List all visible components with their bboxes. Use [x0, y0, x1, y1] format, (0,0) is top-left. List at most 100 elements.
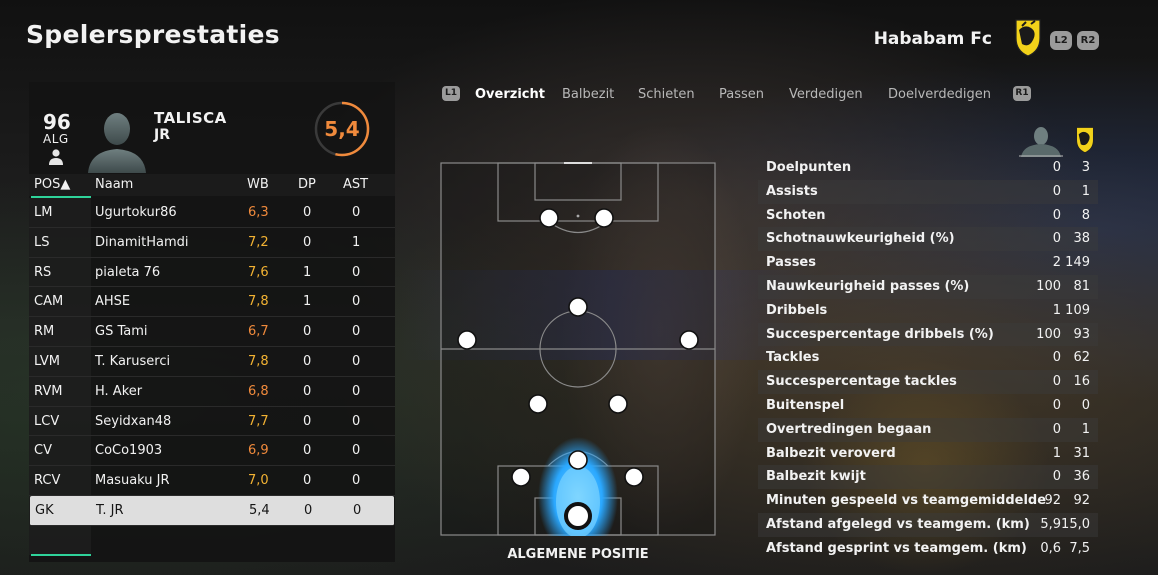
stat-label: Tackles: [766, 350, 820, 366]
stat-team-value: 8: [1081, 207, 1090, 223]
stat-player-value: 0: [1052, 398, 1061, 413]
stat-team-value: 3: [1081, 160, 1090, 175]
header-dp[interactable]: DP: [298, 177, 316, 192]
tab-verdedigen[interactable]: Verdedigen: [789, 87, 863, 102]
player-marker: [568, 450, 588, 470]
stat-team-value: 93: [1073, 326, 1090, 342]
player-last-name: JR: [154, 127, 170, 143]
cell-name: GS Tami: [95, 324, 148, 340]
stat-row: Balbezit kwijt 0 36: [758, 465, 1098, 490]
table-row[interactable]: CAM AHSE 7,8 1 0: [29, 287, 395, 318]
stat-team-value: 1: [1081, 183, 1090, 199]
cell-wb: 7,8: [248, 294, 269, 310]
cell-pos: LVM: [34, 353, 60, 369]
stat-row: Succespercentage tackles 0 16: [758, 370, 1098, 394]
cell-pos: CAM: [34, 294, 64, 310]
player-marker: [624, 467, 644, 487]
table-row[interactable]: RVM H. Aker 6,8 0 0: [29, 377, 395, 407]
table-row[interactable]: LM Ugurtokur86 6,3 0 0: [29, 198, 395, 228]
table-header: POS▲ Naam WB DP AST: [29, 174, 395, 196]
cell-ast: 0: [352, 443, 361, 459]
stat-row: Schotnauwkeurigheid (%) 0 38: [758, 227, 1098, 252]
stat-team-value: 0: [1081, 398, 1090, 413]
stat-player-value: 100: [1036, 326, 1061, 342]
cell-wb: 7,6: [248, 264, 269, 280]
cell-name: CoCo1903: [95, 443, 163, 459]
club-badge-icon: [1076, 126, 1094, 154]
cell-dp: 0: [304, 502, 313, 518]
overall-label: ALG: [43, 132, 69, 146]
stat-label: Schotnauwkeurigheid (%): [766, 231, 955, 247]
stat-row: Minuten gespeeld vs teamgemiddelde 92 92: [758, 489, 1098, 513]
cell-dp: 0: [303, 324, 312, 340]
stat-row: Doelpunten 0 3: [758, 156, 1098, 180]
tab-doelverdedigen[interactable]: Doelverdedigen: [888, 87, 991, 102]
header-name[interactable]: Naam: [95, 177, 133, 192]
stat-row: Passes 2 149: [758, 251, 1098, 275]
table-row[interactable]: LS DinamitHamdi 7,2 0 1: [29, 228, 395, 258]
stat-team-value: 109: [1065, 302, 1090, 318]
cell-name: Masuaku JR: [95, 473, 170, 489]
match-rating-value: 5,4: [324, 117, 360, 141]
stat-row: Afstand gesprint vs teamgem. (km) 0,6 7,5: [758, 537, 1098, 561]
stat-player-value: 1: [1052, 302, 1061, 318]
table-row[interactable]: RM GS Tami 6,7 0 0: [29, 317, 395, 347]
cell-ast: 0: [352, 383, 361, 399]
stat-player-value: 92: [1044, 493, 1061, 509]
pitch-map: [440, 162, 716, 536]
cell-ast: 1: [352, 234, 361, 250]
stat-label: Nauwkeurigheid passes (%): [766, 279, 970, 294]
r2-button[interactable]: R2: [1077, 31, 1099, 50]
cell-dp: 0: [303, 234, 312, 250]
cell-pos: CV: [34, 443, 52, 459]
l2-button[interactable]: L2: [1050, 31, 1072, 50]
cell-dp: 0: [303, 353, 312, 369]
stat-team-value: 38: [1073, 231, 1090, 247]
tab-balbezit[interactable]: Balbezit: [562, 87, 614, 102]
stat-player-value: 5,9: [1040, 517, 1061, 532]
stat-label: Schoten: [766, 207, 826, 223]
cell-pos: RM: [34, 324, 55, 340]
tab-schieten[interactable]: Schieten: [638, 87, 695, 102]
table-row[interactable]: RS pialeta 76 7,6 1 0: [29, 258, 395, 288]
table-row[interactable]: RCV Masuaku JR 7,0 0 0: [29, 466, 395, 496]
header-ast[interactable]: AST: [343, 177, 368, 192]
selected-player-marker: [564, 502, 592, 530]
r1-button[interactable]: R1: [1013, 86, 1031, 101]
header-wb[interactable]: WB: [247, 177, 269, 192]
header-pos[interactable]: POS▲: [34, 177, 70, 192]
stat-player-value: 0: [1052, 421, 1061, 437]
cell-pos: RS: [34, 264, 52, 280]
stat-label: Afstand afgelegd vs teamgem. (km): [766, 517, 1030, 532]
table-row[interactable]: CV CoCo1903 6,9 0 0: [29, 436, 395, 467]
cell-pos: LCV: [34, 413, 60, 429]
scroll-indicator: [31, 554, 91, 556]
cell-wb: 6,3: [248, 205, 269, 220]
stat-row: Schoten 0 8: [758, 204, 1098, 228]
table-row[interactable]: LVM T. Karuserci 7,8 0 0: [29, 347, 395, 377]
player-marker: [511, 467, 531, 487]
table-row[interactable]: LCV Seyidxan48 7,7 0 0: [29, 407, 395, 437]
stat-label: Afstand gesprint vs teamgem. (km): [766, 540, 1027, 556]
cell-wb: 5,4: [249, 502, 270, 518]
table-row[interactable]: GK T. JR 5,4 0 0: [30, 495, 394, 526]
cell-ast: 0: [352, 324, 361, 340]
tab-passen[interactable]: Passen: [719, 87, 764, 102]
stat-team-value: 92: [1073, 493, 1090, 509]
tab-overzicht[interactable]: Overzicht: [475, 87, 545, 102]
stat-label: Passes: [766, 255, 816, 271]
player-marker: [528, 394, 548, 414]
cell-name: Seyidxan48: [95, 413, 172, 429]
l1-button[interactable]: L1: [442, 86, 460, 101]
cell-name: T. Karuserci: [95, 353, 171, 369]
player-first-name: TALISCA: [154, 109, 227, 127]
stat-label: Buitenspel: [766, 398, 845, 413]
player-marker: [568, 297, 588, 317]
stat-team-value: 1: [1081, 421, 1090, 437]
cell-dp: 0: [303, 473, 312, 489]
cell-name: DinamitHamdi: [95, 234, 189, 250]
stat-row: Dribbels 1 109: [758, 299, 1098, 323]
stat-label: Balbezit veroverd: [766, 445, 896, 461]
stat-team-value: 16: [1073, 374, 1090, 390]
cell-name: Ugurtokur86: [95, 205, 177, 220]
